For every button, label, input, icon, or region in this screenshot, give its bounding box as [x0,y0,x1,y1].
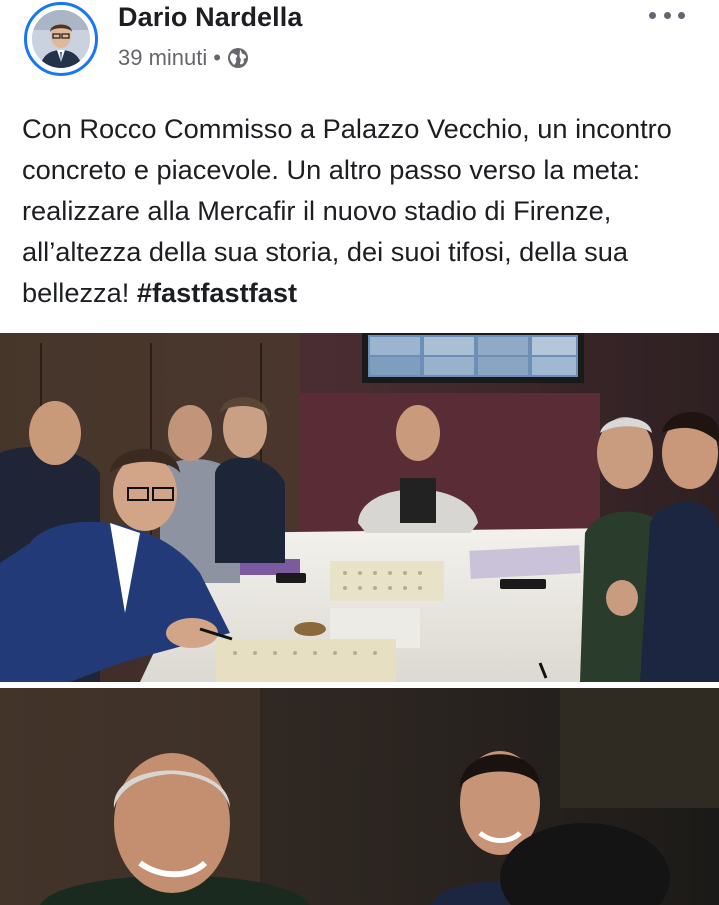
avatar-image [32,10,90,68]
dot-3 [678,11,685,19]
dot-2 [663,11,671,19]
post-body: Con Rocco Commisso a Palazzo Vecchio, un… [22,113,672,308]
dot-1 [649,11,656,19]
post-timestamp[interactable]: 39 minuti [118,45,207,71]
post-text: Con Rocco Commisso a Palazzo Vecchio, un… [22,108,697,313]
hashtag-link[interactable]: #fastfastfast [137,277,297,308]
post-photo-closeup[interactable] [0,688,719,905]
author-avatar[interactable] [24,2,98,76]
post-header: Dario Nardella 39 minuti • [0,0,719,90]
meta-separator: • [213,45,221,70]
author-name[interactable]: Dario Nardella [118,2,302,33]
globe-icon[interactable] [227,47,249,69]
post-meta: 39 minuti • [118,45,249,71]
facebook-post: Dario Nardella 39 minuti • Con Rocco Com… [0,0,719,905]
more-options-icon[interactable] [649,2,685,28]
post-photo-meeting[interactable] [0,333,719,682]
